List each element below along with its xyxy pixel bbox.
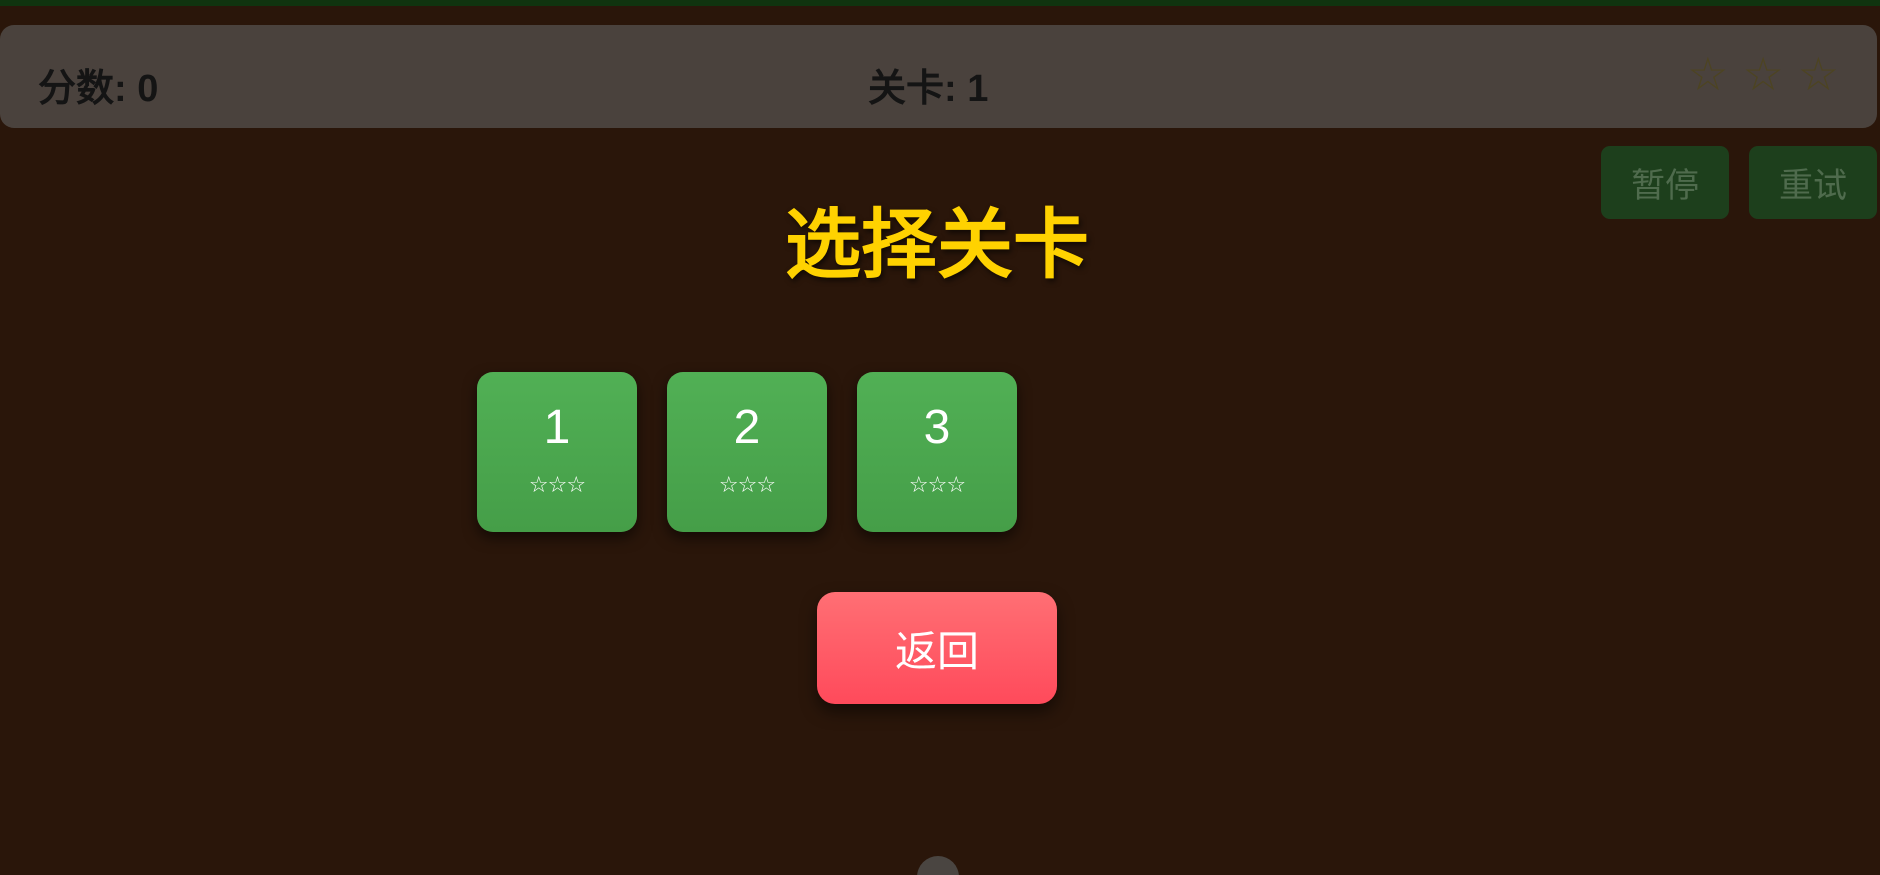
level-display: 关卡: 1	[868, 68, 989, 110]
level-number: 3	[923, 401, 951, 454]
level-number: 2	[733, 401, 761, 454]
level-stars: ☆☆☆	[528, 472, 586, 497]
top-strip	[0, 0, 1880, 6]
level-select-title: 选择关卡	[785, 203, 1089, 288]
joystick-handle[interactable]	[917, 856, 959, 875]
back-button[interactable]: 返回	[817, 592, 1057, 704]
level-button-3[interactable]: 3 ☆☆☆	[857, 372, 1017, 532]
level-button-1[interactable]: 1 ☆☆☆	[477, 372, 637, 532]
hud-bar: 分数: 0 关卡: 1 ☆ ☆ ☆	[0, 25, 1877, 128]
level-stars: ☆☆☆	[718, 472, 776, 497]
level-grid: 1 ☆☆☆ 2 ☆☆☆ 3 ☆☆☆	[477, 372, 1017, 532]
level-number: 1	[543, 401, 571, 454]
game-stage: 分数: 0 关卡: 1 ☆ ☆ ☆ 暂停 重试 选择关卡 1 ☆☆☆ 2 ☆☆☆…	[0, 0, 1880, 875]
level-button-2[interactable]: 2 ☆☆☆	[667, 372, 827, 532]
star-icon: ☆	[1687, 48, 1729, 100]
hud-star-rating: ☆ ☆ ☆	[1687, 51, 1839, 97]
star-icon: ☆	[1797, 48, 1839, 100]
score-display: 分数: 0	[38, 68, 159, 110]
star-icon: ☆	[1742, 48, 1784, 100]
level-stars: ☆☆☆	[908, 472, 966, 497]
